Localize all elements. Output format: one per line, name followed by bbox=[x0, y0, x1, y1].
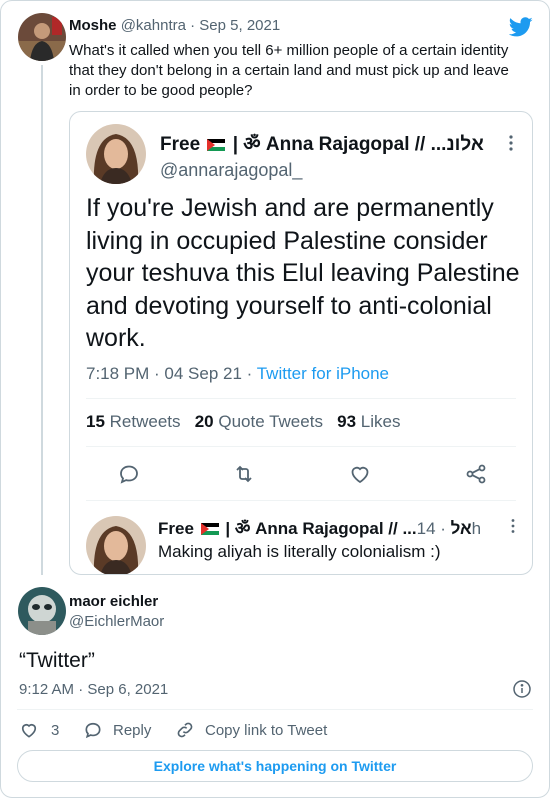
anna-handle: @annarajagopal_ bbox=[160, 160, 303, 180]
likes-label: Likes bbox=[360, 412, 401, 431]
share-icon bbox=[466, 464, 486, 484]
quoted-time: 7:18 PM · 04 Sep 21 · bbox=[86, 364, 257, 383]
quoted-client: Twitter for iPhone bbox=[256, 364, 390, 383]
quoted-stats: 15 Retweets 20 Quote Tweets 93 Likes bbox=[86, 412, 400, 432]
divider bbox=[86, 500, 516, 501]
thread-connector bbox=[41, 65, 43, 575]
like-icon bbox=[21, 723, 37, 738]
outer-tweet-header: Moshe @kahntra · Sep 5, 2021 bbox=[69, 17, 280, 34]
quoted-tweet-text: If you're Jewish and are permanently liv… bbox=[86, 194, 520, 352]
info-icon[interactable] bbox=[512, 679, 532, 699]
reply-icon bbox=[85, 722, 101, 739]
more-options-icon bbox=[509, 135, 513, 151]
anna-name-suffix: | ॐ Anna Rajagopal // ...אלונ bbox=[232, 134, 484, 155]
reply-label: Reply bbox=[113, 721, 152, 739]
quoted-action-bar bbox=[70, 456, 532, 494]
like-action[interactable]: 3 bbox=[19, 720, 59, 740]
divider bbox=[17, 709, 533, 710]
like-icon bbox=[351, 466, 369, 484]
copy-link-label: Copy link to Tweet bbox=[205, 721, 328, 739]
explore-twitter-button[interactable]: Explore what's happening on Twitter bbox=[17, 750, 533, 782]
likes-count: 93 bbox=[337, 412, 357, 431]
reply-icon bbox=[120, 465, 138, 484]
quoted-tweet-image[interactable]: Free | ॐ Anna Rajagopal // ...אלונ @anna… bbox=[69, 111, 533, 575]
quoted-tweet-meta: 7:18 PM · 04 Sep 21 · Twitter for iPhone bbox=[86, 364, 389, 384]
retweet-icon bbox=[236, 465, 252, 483]
divider bbox=[86, 398, 516, 399]
maor-avatar[interactable] bbox=[18, 587, 66, 635]
divider bbox=[86, 446, 516, 447]
maor-handle[interactable]: @EichlerMaor bbox=[69, 613, 164, 630]
like-count: 3 bbox=[51, 721, 60, 739]
quotes-label: Quote Tweets bbox=[218, 412, 323, 431]
tweet-embed-card: Moshe @kahntra · Sep 5, 2021 What's it c… bbox=[0, 0, 550, 798]
reply-action[interactable]: Reply bbox=[83, 720, 151, 740]
header-dot: · bbox=[190, 17, 196, 34]
reply-age: · 14h bbox=[416, 519, 482, 538]
reply-text: Making aliyah is literally colonialism :… bbox=[158, 542, 441, 561]
quotes-count: 20 bbox=[194, 412, 214, 431]
anna-display-name: Free | ॐ Anna Rajagopal // ...אלונ bbox=[160, 130, 484, 156]
main-tweet-timestamp[interactable]: 9:12 AM · Sep 6, 2021 bbox=[19, 681, 168, 698]
anna-reply-avatar bbox=[86, 516, 146, 574]
moshe-date[interactable]: Sep 5, 2021 bbox=[199, 17, 280, 34]
anna-name-prefix: Free bbox=[160, 134, 201, 155]
retweets-label: Retweets bbox=[109, 412, 181, 431]
reply-display-name: Free | ॐ Anna Rajagopal // ...אל · 14h bbox=[158, 516, 481, 539]
copy-link-action[interactable]: Copy link to Tweet bbox=[175, 720, 327, 740]
reply-name-prefix: Free bbox=[158, 519, 194, 538]
twitter-bird-icon[interactable] bbox=[509, 15, 533, 39]
palestine-flag-icon bbox=[207, 139, 226, 151]
retweets-count: 15 bbox=[86, 412, 105, 431]
anna-avatar bbox=[86, 124, 146, 184]
maor-name[interactable]: maor eichler bbox=[69, 593, 158, 610]
more-options-icon bbox=[511, 519, 515, 533]
outer-tweet-text: What's it called when you tell 6+ millio… bbox=[69, 42, 509, 99]
link-icon bbox=[177, 722, 193, 738]
palestine-flag-icon bbox=[200, 523, 219, 535]
main-tweet-text: “Twitter” bbox=[19, 649, 95, 672]
moshe-name[interactable]: Moshe bbox=[69, 17, 117, 34]
moshe-handle[interactable]: @kahntra bbox=[121, 17, 186, 34]
moshe-avatar[interactable] bbox=[18, 13, 66, 61]
